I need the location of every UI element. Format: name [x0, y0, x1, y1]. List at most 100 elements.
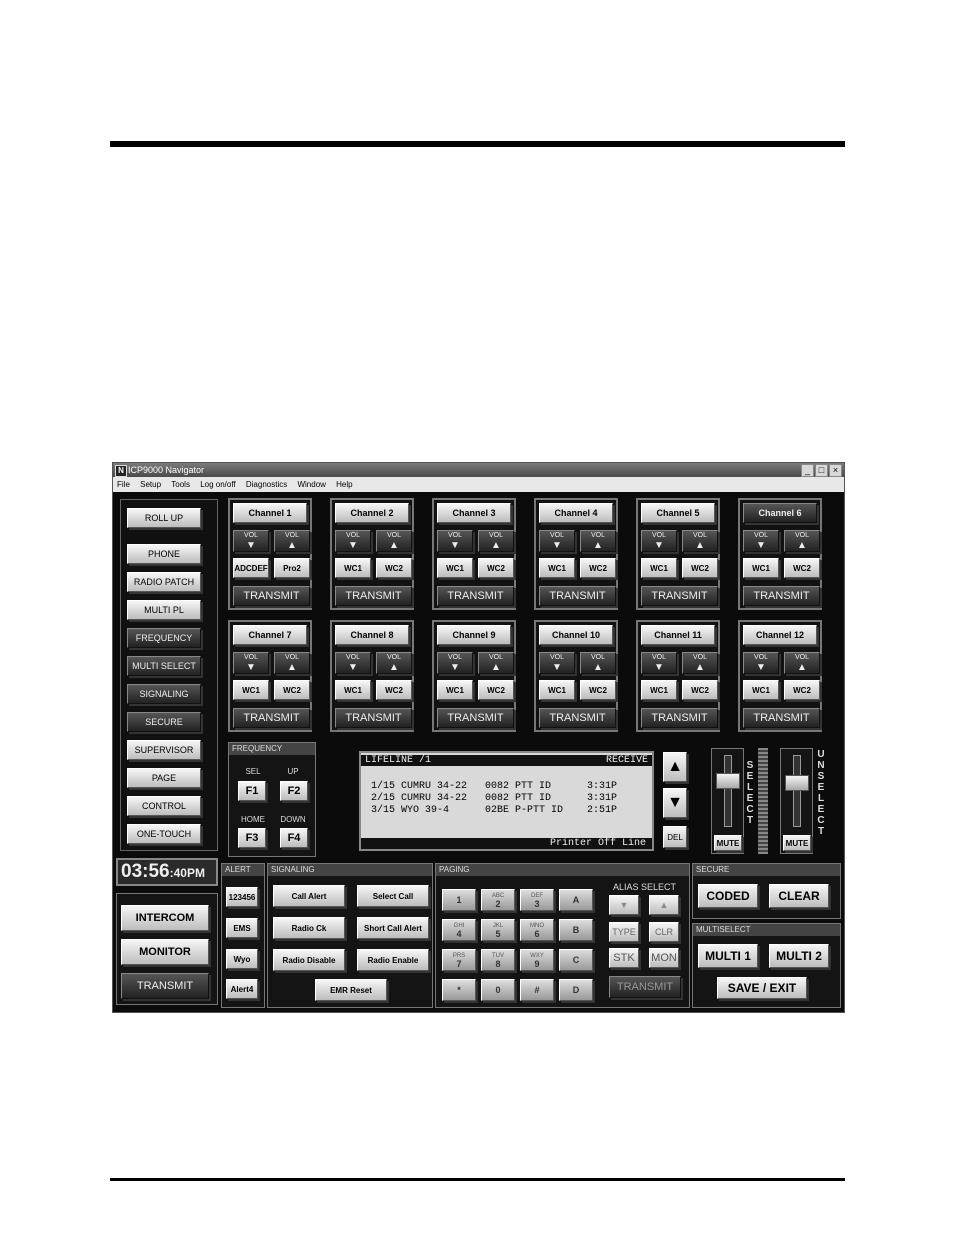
type-button[interactable]: TYPE	[609, 922, 639, 942]
channel-transmit-button[interactable]: TRANSMIT	[335, 708, 412, 728]
keypad-key[interactable]: DEF 3	[520, 889, 554, 911]
channel-select-button[interactable]: Channel 4	[539, 503, 613, 523]
alert-button-1[interactable]: 123456	[226, 887, 258, 907]
volume-down-button[interactable]: VOL ▼	[539, 530, 575, 552]
wildcard-1-button[interactable]: WC1	[539, 558, 575, 578]
wildcard-1-button[interactable]: ADCDEF	[233, 558, 269, 578]
wildcard-1-button[interactable]: WC1	[743, 558, 779, 578]
radio-disable-button[interactable]: Radio Disable	[273, 949, 345, 971]
wildcard-1-button[interactable]: WC1	[437, 680, 473, 700]
channel-transmit-button[interactable]: TRANSMIT	[539, 708, 616, 728]
channel-transmit-button[interactable]: TRANSMIT	[233, 708, 310, 728]
channel-select-button[interactable]: Channel 9	[437, 625, 511, 645]
volume-up-button[interactable]: VOL ▲	[376, 652, 412, 674]
f1-button[interactable]: F1	[238, 781, 266, 801]
scroll-up-button[interactable]: ▲	[663, 752, 687, 782]
wildcard-2-button[interactable]: WC2	[682, 558, 718, 578]
volume-down-button[interactable]: VOL ▼	[437, 530, 473, 552]
supervisor-button[interactable]: SUPERVISOR	[127, 740, 201, 760]
wildcard-2-button[interactable]: WC2	[580, 680, 616, 700]
control-button[interactable]: CONTROL	[127, 796, 201, 816]
volume-down-button[interactable]: VOL ▼	[539, 652, 575, 674]
menu-diagnostics[interactable]: Diagnostics	[246, 480, 287, 489]
wildcard-2-button[interactable]: WC2	[478, 558, 514, 578]
keypad-key[interactable]: A	[559, 889, 593, 911]
keypad-key[interactable]: #	[520, 979, 554, 1001]
channel-select-button[interactable]: Channel 7	[233, 625, 307, 645]
keypad-key[interactable]: ABC 2	[481, 889, 515, 911]
emr-reset-button[interactable]: EMR Reset	[315, 979, 387, 1001]
f4-button[interactable]: F4	[280, 828, 308, 848]
channel-select-button[interactable]: Channel 10	[539, 625, 613, 645]
wildcard-1-button[interactable]: WC1	[539, 680, 575, 700]
wildcard-2-button[interactable]: WC2	[376, 680, 412, 700]
wildcard-1-button[interactable]: WC1	[335, 558, 371, 578]
coded-button[interactable]: CODED	[698, 884, 758, 908]
secure-button[interactable]: SECURE	[127, 712, 201, 732]
channel-transmit-button[interactable]: TRANSMIT	[233, 586, 310, 606]
keypad-key[interactable]: PRS 7	[442, 949, 476, 971]
wildcard-1-button[interactable]: WC1	[437, 558, 473, 578]
unselect-mute-button[interactable]: MUTE	[783, 835, 811, 851]
phone-button[interactable]: PHONE	[127, 544, 201, 564]
call-alert-button[interactable]: Call Alert	[273, 885, 345, 907]
select-mute-button[interactable]: MUTE	[714, 835, 742, 851]
bottom-transmit-button[interactable]: TRANSMIT	[121, 973, 209, 999]
select-slider-knob[interactable]	[716, 773, 740, 789]
keypad-key[interactable]: 0	[481, 979, 515, 1001]
volume-up-button[interactable]: VOL ▲	[376, 530, 412, 552]
short-call-alert-button[interactable]: Short Call Alert	[357, 917, 429, 939]
channel-select-button[interactable]: Channel 5	[641, 503, 715, 523]
wildcard-2-button[interactable]: WC2	[274, 680, 310, 700]
menu-file[interactable]: File	[117, 480, 130, 489]
wildcard-1-button[interactable]: WC1	[641, 680, 677, 700]
menu-help[interactable]: Help	[336, 480, 352, 489]
keypad-key[interactable]: B	[559, 919, 593, 941]
frequency-button[interactable]: FREQUENCY	[127, 628, 201, 648]
keypad-key[interactable]: GHI 4	[442, 919, 476, 941]
unselect-slider-knob[interactable]	[785, 775, 809, 791]
select-call-button[interactable]: Select Call	[357, 885, 429, 907]
volume-down-button[interactable]: VOL ▼	[641, 530, 677, 552]
volume-down-button[interactable]: VOL ▼	[233, 652, 269, 674]
volume-up-button[interactable]: VOL ▲	[274, 530, 310, 552]
scroll-down-button[interactable]: ▼	[663, 788, 687, 818]
wildcard-1-button[interactable]: WC1	[233, 680, 269, 700]
channel-select-button[interactable]: Channel 1	[233, 503, 307, 523]
keypad-key[interactable]: C	[559, 949, 593, 971]
keypad-key[interactable]: *	[442, 979, 476, 1001]
wildcard-2-button[interactable]: WC2	[784, 680, 820, 700]
volume-up-button[interactable]: VOL ▲	[784, 530, 820, 552]
multi-select-button[interactable]: MULTI SELECT	[127, 656, 201, 676]
keypad-key[interactable]: 1	[442, 889, 476, 911]
mon-button[interactable]: MON	[649, 948, 679, 968]
paging-transmit-button[interactable]: TRANSMIT	[609, 976, 681, 998]
volume-up-button[interactable]: VOL ▲	[580, 652, 616, 674]
delete-button[interactable]: DEL	[663, 826, 687, 848]
alert-button-4[interactable]: Alert4	[226, 979, 258, 999]
volume-down-button[interactable]: VOL ▼	[641, 652, 677, 674]
f3-button[interactable]: F3	[238, 828, 266, 848]
unselect-slider-track[interactable]	[793, 755, 801, 827]
monitor-button[interactable]: MONITOR	[121, 939, 209, 965]
volume-down-button[interactable]: VOL ▼	[335, 652, 371, 674]
alert-button-2[interactable]: EMS	[226, 918, 258, 938]
wildcard-1-button[interactable]: WC1	[743, 680, 779, 700]
volume-up-button[interactable]: VOL ▲	[682, 530, 718, 552]
wildcard-2-button[interactable]: WC2	[682, 680, 718, 700]
wildcard-2-button[interactable]: Pro2	[274, 558, 310, 578]
wildcard-2-button[interactable]: WC2	[478, 680, 514, 700]
one-touch-button[interactable]: ONE-TOUCH	[127, 824, 201, 844]
page-button[interactable]: PAGE	[127, 768, 201, 788]
channel-transmit-button[interactable]: TRANSMIT	[641, 586, 718, 606]
keypad-key[interactable]: TUV 8	[481, 949, 515, 971]
alias-down-button[interactable]: ▼	[609, 895, 639, 915]
radio-enable-button[interactable]: Radio Enable	[357, 949, 429, 971]
select-slider-track[interactable]	[724, 755, 732, 827]
volume-down-button[interactable]: VOL ▼	[743, 530, 779, 552]
multi-2-button[interactable]: MULTI 2	[769, 944, 829, 968]
keypad-key[interactable]: MNO 6	[520, 919, 554, 941]
menu-window[interactable]: Window	[297, 480, 325, 489]
volume-up-button[interactable]: VOL ▲	[274, 652, 310, 674]
signaling-button[interactable]: SIGNALING	[127, 684, 201, 704]
